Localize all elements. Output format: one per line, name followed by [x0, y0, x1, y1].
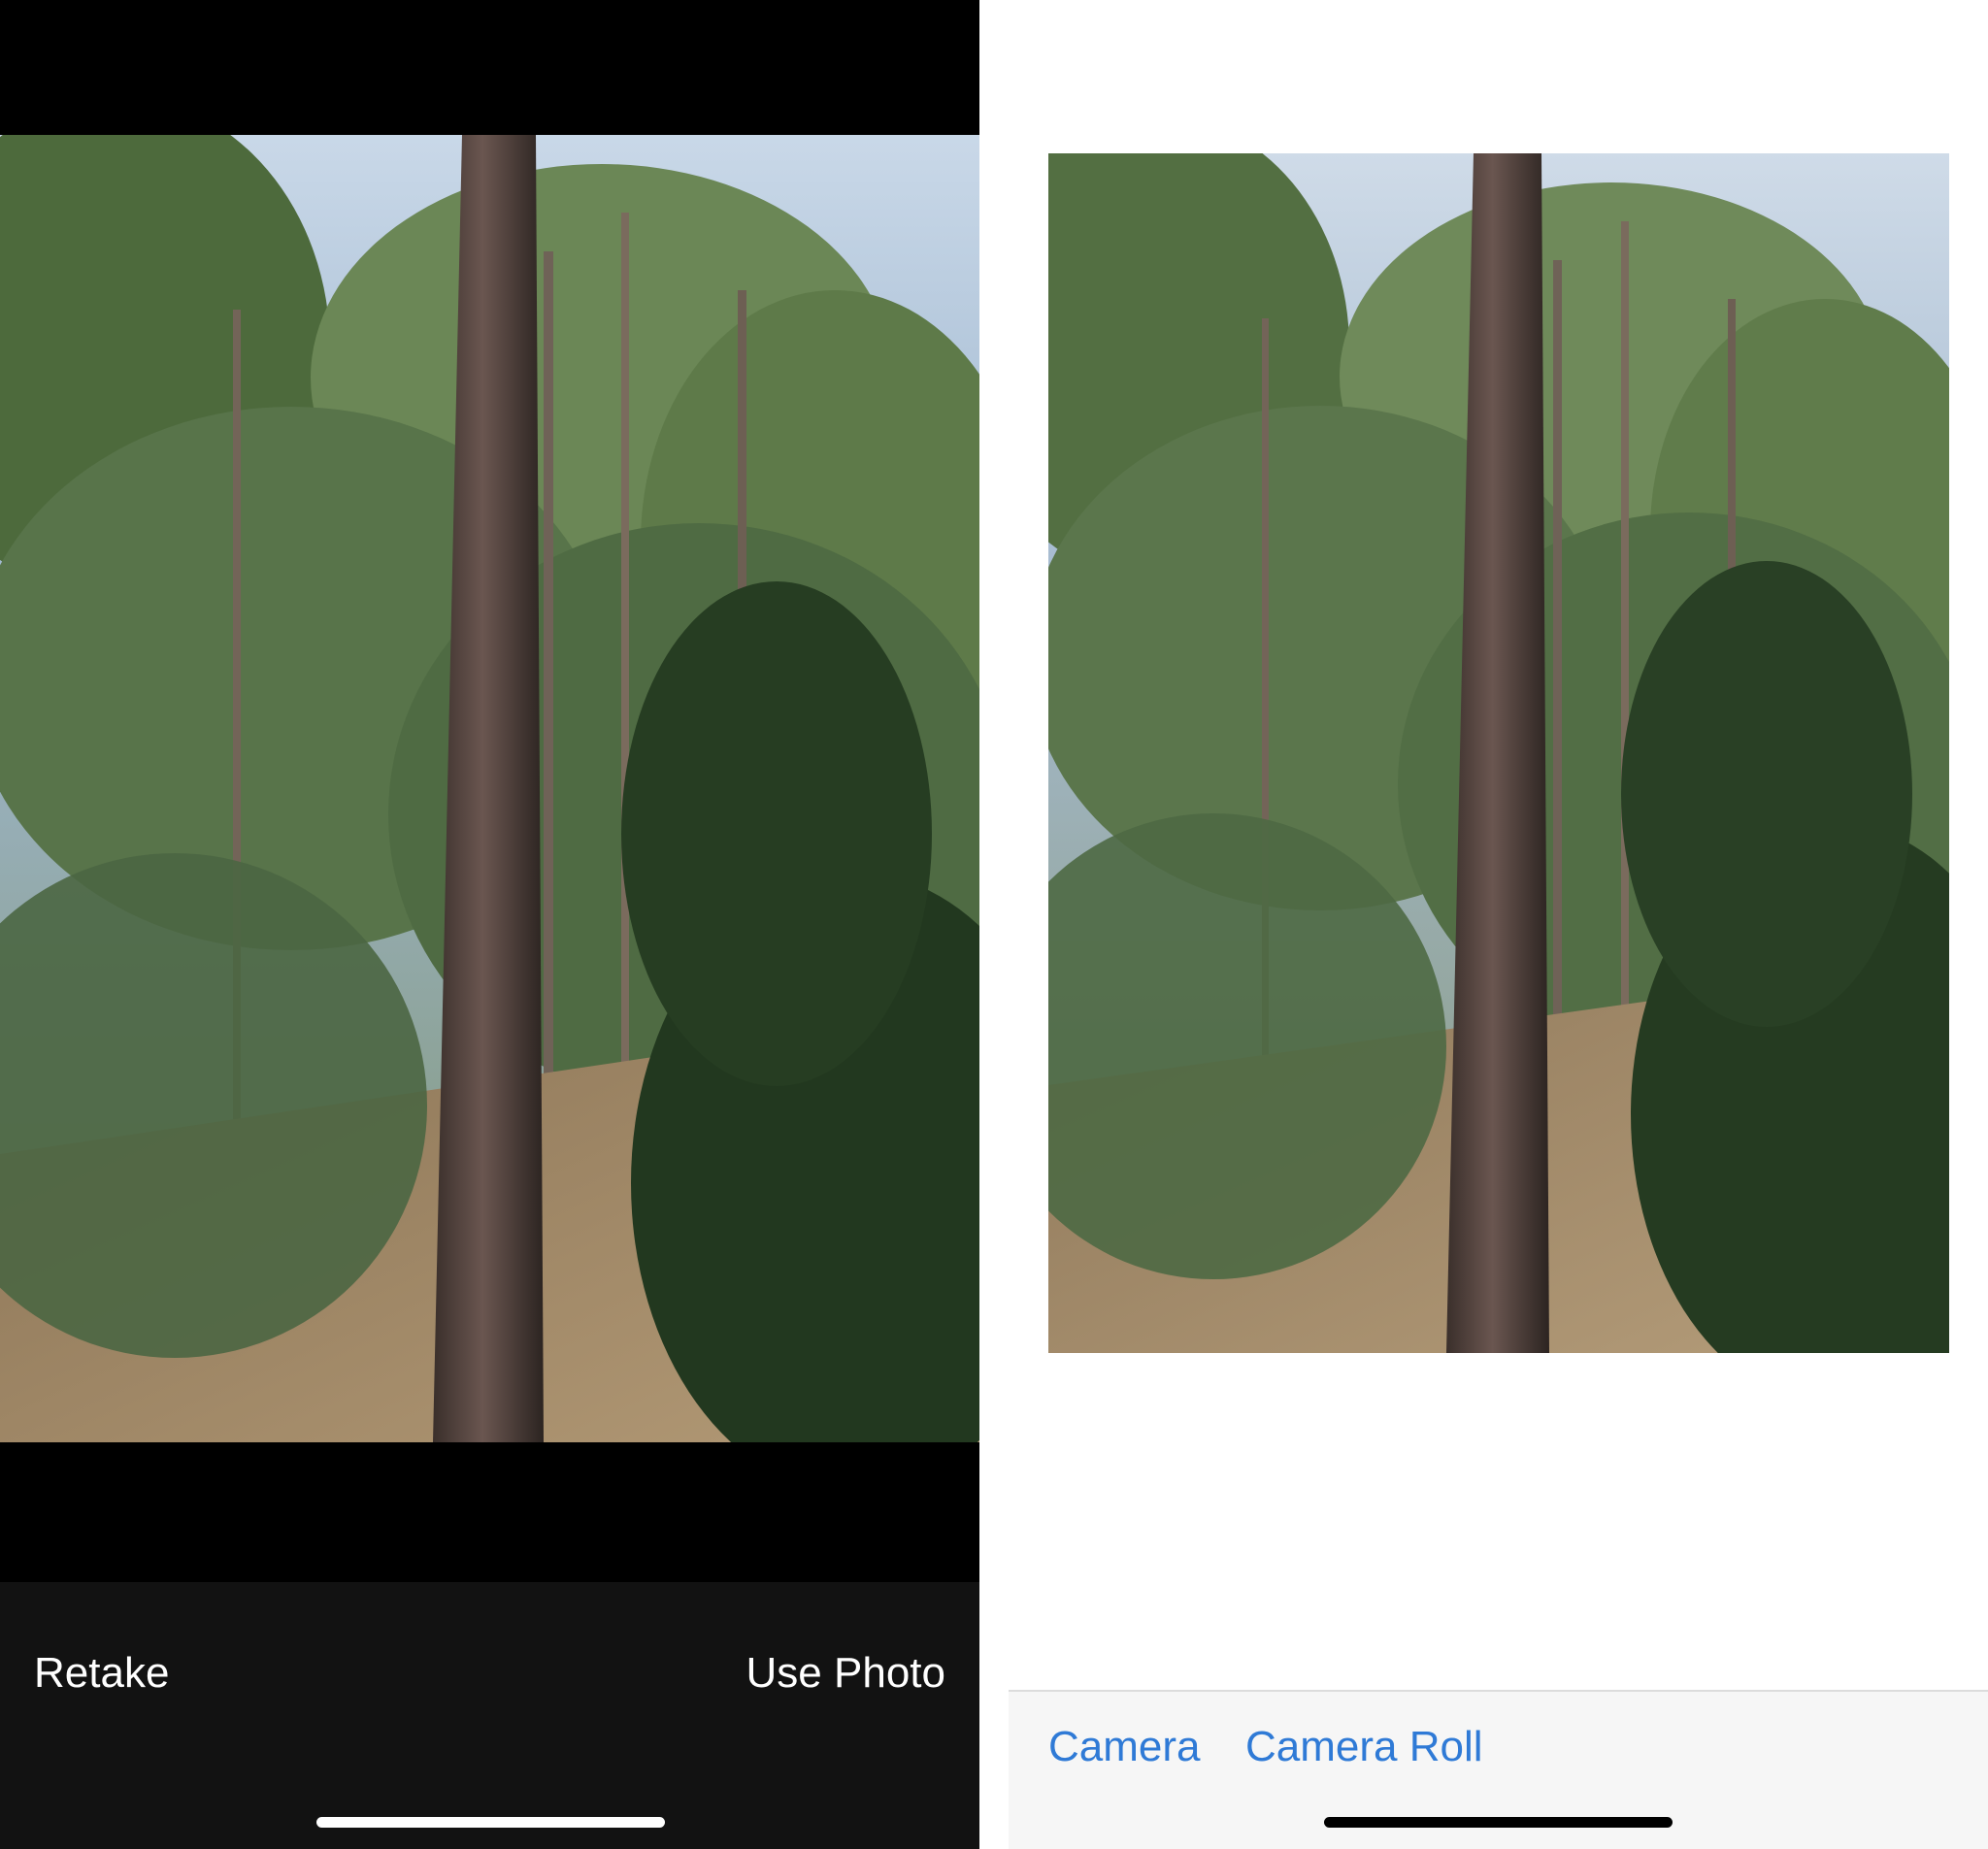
forest-photo-image: [1048, 153, 1949, 1353]
app-screen: Camera Camera Roll: [979, 0, 1988, 1849]
selected-photo: [1048, 153, 1949, 1353]
photo-review-screen: Retake Use Photo: [0, 0, 979, 1849]
use-photo-button[interactable]: Use Photo: [746, 1648, 945, 1699]
home-indicator[interactable]: [316, 1817, 665, 1828]
screenshot-stage: Retake Use Photo Camera Camera Roll: [0, 0, 1988, 1849]
forest-photo-image: [0, 135, 979, 1442]
photo-review-toolbar: [0, 1582, 979, 1849]
camera-button[interactable]: Camera: [1048, 1722, 1201, 1772]
camera-roll-button[interactable]: Camera Roll: [1245, 1722, 1483, 1772]
home-indicator[interactable]: [1324, 1817, 1673, 1828]
captured-photo: [0, 135, 979, 1442]
retake-button[interactable]: Retake: [34, 1648, 169, 1699]
